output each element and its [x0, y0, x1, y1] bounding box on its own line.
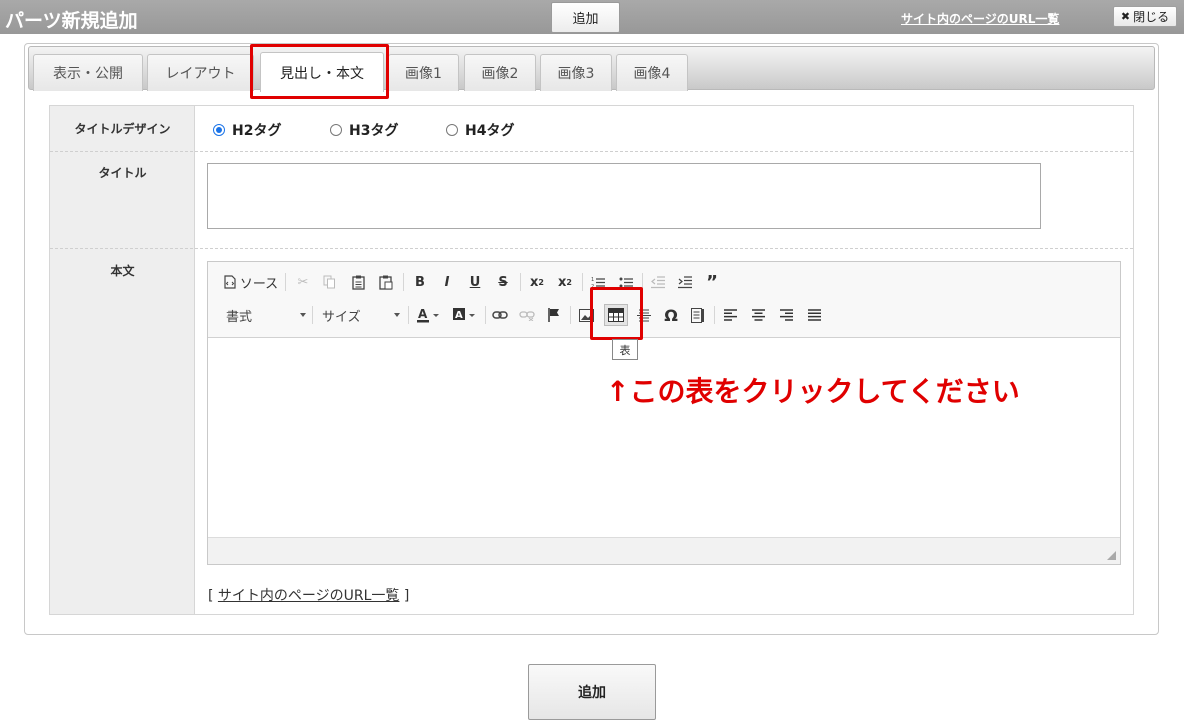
radio-h3-label: H3タグ — [349, 123, 399, 139]
editor-content-area[interactable] — [208, 338, 1120, 537]
row-divider — [50, 151, 1133, 152]
text-color-icon[interactable]: A — [414, 304, 444, 326]
radio-h2[interactable]: H2タグ — [213, 120, 281, 140]
radio-h3-dot[interactable] — [330, 124, 342, 136]
italic-icon[interactable]: I — [437, 271, 457, 293]
blockquote-icon[interactable]: ” — [702, 271, 722, 293]
size-dropdown-arrow-icon — [394, 313, 400, 317]
close-button-label: 閉じる — [1133, 10, 1170, 24]
superscript-icon[interactable]: x2 — [554, 271, 576, 293]
toolbar-separator — [570, 306, 571, 324]
source-label: ソース — [239, 276, 279, 292]
title-textarea[interactable] — [207, 163, 1041, 229]
tab-bar: 表示・公開 レイアウト 見出し・本文 画像1 画像2 画像3 画像4 — [28, 46, 1155, 92]
toolbar-separator — [285, 273, 286, 291]
active-tab-highlight — [250, 44, 389, 99]
table-tooltip: 表 — [612, 339, 638, 360]
format-dropdown-label: 書式 — [226, 309, 253, 325]
bold-icon[interactable]: B — [410, 271, 430, 293]
close-button[interactable]: ✖ 閉じる — [1113, 6, 1177, 27]
toolbar-separator — [714, 306, 715, 324]
title-label: タイトル — [98, 166, 147, 180]
close-icon: ✖ — [1120, 10, 1131, 23]
cut-icon[interactable]: ✂ — [294, 271, 312, 293]
paste-text-icon[interactable] — [377, 271, 395, 293]
label-column — [50, 106, 195, 614]
page-break-icon[interactable] — [688, 304, 708, 326]
copy-icon[interactable] — [320, 271, 338, 293]
radio-h3[interactable]: H3タグ — [330, 120, 398, 140]
editor-footer — [208, 537, 1120, 564]
tab-image2[interactable]: 画像2 — [464, 54, 536, 91]
svg-text:A: A — [418, 307, 428, 321]
tab-layout[interactable]: レイアウト — [147, 54, 254, 91]
svg-text:1: 1 — [591, 277, 594, 283]
instruction-annotation: ↑この表をクリックしてください — [606, 375, 1020, 408]
radio-h4-dot[interactable] — [446, 124, 458, 136]
source-icon — [224, 275, 236, 289]
format-dropdown-arrow-icon — [300, 313, 306, 317]
paste-icon[interactable] — [349, 271, 367, 293]
rich-text-editor: ソース ✂ B I U S x2 x2 12 ” 書式 サイズ A A Ω — [207, 261, 1121, 565]
toolbar-separator — [408, 306, 409, 324]
radio-h4-label: H4タグ — [465, 123, 515, 139]
align-right-icon[interactable] — [776, 304, 796, 326]
toolbar-separator — [403, 273, 404, 291]
format-dropdown[interactable]: 書式 — [222, 304, 308, 326]
title-design-label: タイトルデザイン — [74, 122, 171, 136]
toolbar-separator — [485, 306, 486, 324]
tab-image4[interactable]: 画像4 — [616, 54, 688, 91]
radio-h4[interactable]: H4タグ — [446, 120, 514, 140]
anchor-flag-icon[interactable] — [544, 304, 564, 326]
unlink-icon[interactable] — [517, 304, 537, 326]
toolbar-separator — [312, 306, 313, 324]
table-button-highlight — [590, 287, 643, 340]
size-dropdown[interactable]: サイズ — [318, 304, 402, 326]
body-label: 本文 — [110, 264, 135, 278]
subscript-icon[interactable]: x2 — [526, 271, 548, 293]
form-table: タイトルデザイン タイトル 本文 H2タグ H3タグ H4タグ ソース ✂ B … — [49, 105, 1134, 615]
editor-toolbar: ソース ✂ B I U S x2 x2 12 ” 書式 サイズ A A Ω — [208, 262, 1120, 338]
align-justify-icon[interactable] — [804, 304, 824, 326]
size-dropdown-label: サイズ — [322, 309, 361, 325]
toolbar-separator — [520, 273, 521, 291]
special-character-icon[interactable]: Ω — [661, 304, 681, 326]
svg-text:A: A — [455, 310, 463, 321]
align-left-icon[interactable] — [720, 304, 740, 326]
row-divider — [50, 248, 1133, 249]
header-add-button[interactable]: 追加 — [551, 2, 620, 33]
header-bar: パーツ新規追加 追加 サイト内のページのURL一覧 ✖ 閉じる — [0, 0, 1184, 34]
tab-display-publish[interactable]: 表示・公開 — [33, 54, 143, 91]
background-color-icon[interactable]: A — [450, 304, 480, 326]
footer-add-button[interactable]: 追加 — [528, 664, 656, 720]
align-center-icon[interactable] — [748, 304, 768, 326]
radio-h2-label: H2タグ — [232, 123, 282, 139]
editor-resize-icon[interactable] — [1107, 551, 1116, 560]
page-title: パーツ新規追加 — [5, 10, 138, 32]
site-url-list-link[interactable]: サイト内のページのURL一覧 — [218, 588, 400, 604]
indent-icon[interactable] — [675, 271, 695, 293]
close-bracket: ] — [403, 588, 410, 604]
radio-h2-dot[interactable] — [213, 124, 225, 136]
outdent-icon[interactable] — [648, 271, 668, 293]
source-button[interactable]: ソース — [222, 271, 280, 293]
underline-icon[interactable]: U — [465, 271, 485, 293]
toolbar-separator — [582, 273, 583, 291]
strikethrough-icon[interactable]: S — [493, 271, 513, 293]
site-url-list: [ サイト内のページのURL一覧 ] — [208, 585, 409, 605]
header-url-list-link[interactable]: サイト内のページのURL一覧 — [901, 10, 1059, 27]
tab-image3[interactable]: 画像3 — [540, 54, 612, 91]
open-bracket: [ — [208, 588, 214, 604]
link-icon[interactable] — [490, 304, 510, 326]
tab-image1[interactable]: 画像1 — [388, 54, 459, 91]
